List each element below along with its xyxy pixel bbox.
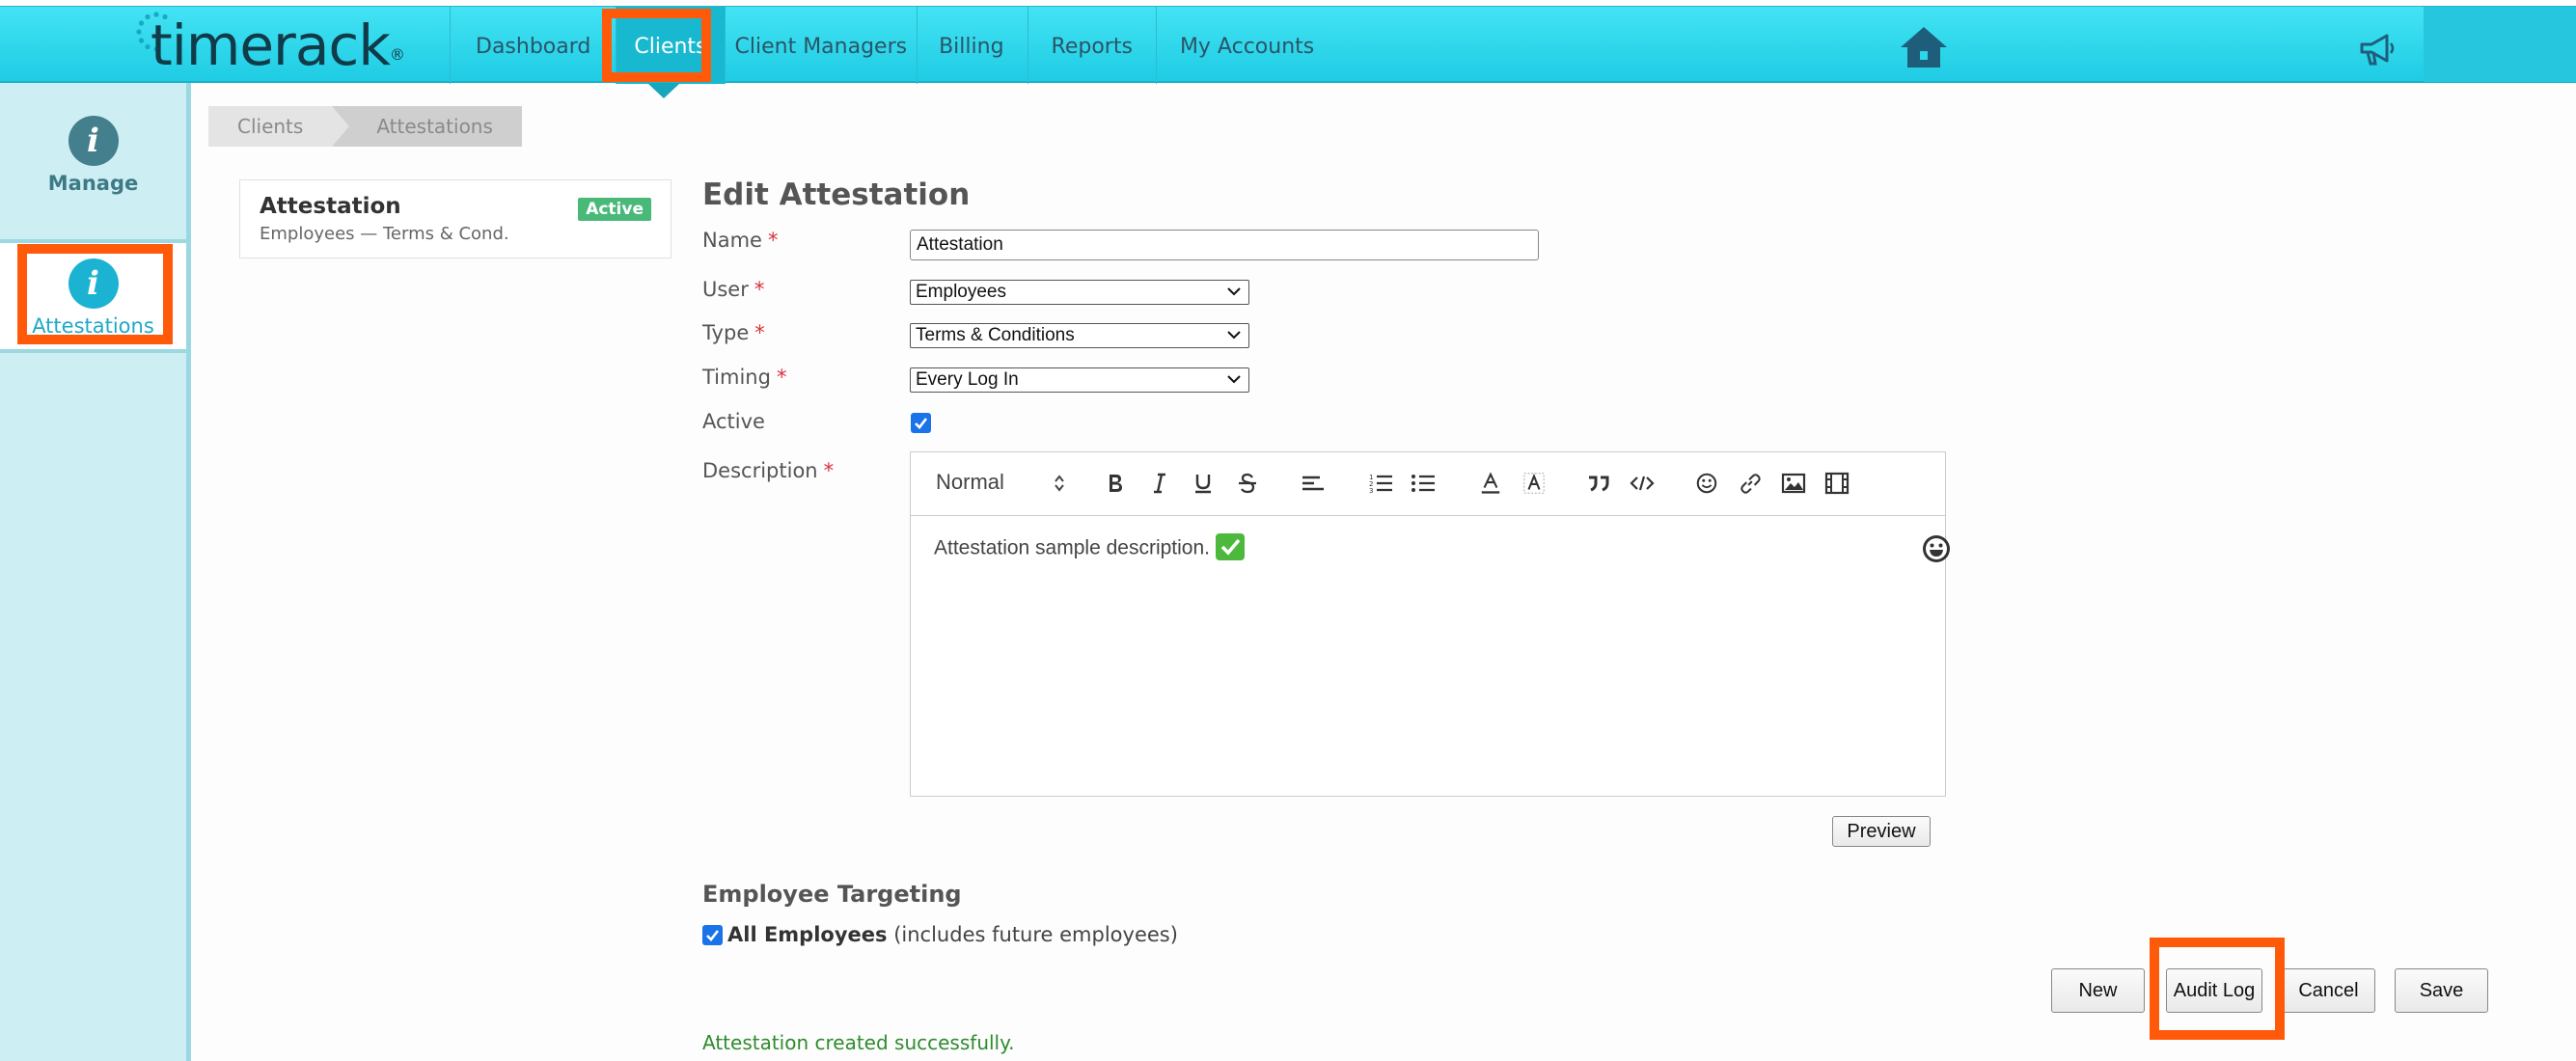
- megaphone-icon[interactable]: [2358, 32, 2397, 67]
- status-badge: Active: [578, 198, 651, 221]
- code-icon[interactable]: [1630, 472, 1655, 495]
- nav-reports[interactable]: Reports: [1027, 7, 1156, 84]
- underline-icon[interactable]: [1192, 472, 1215, 495]
- highlight-audit-log: [2150, 938, 2285, 1040]
- type-label: Type *: [702, 321, 765, 344]
- user-menu-area[interactable]: [2424, 7, 2576, 82]
- user-select[interactable]: Employees: [910, 280, 1249, 305]
- cancel-button[interactable]: Cancel: [2282, 968, 2375, 1013]
- highlight-clients: [602, 9, 711, 82]
- nav-client-managers[interactable]: Client Managers: [724, 7, 918, 84]
- list-item[interactable]: Attestation Active Employees — Terms & C…: [239, 179, 671, 258]
- text-color-icon[interactable]: [1478, 472, 1503, 495]
- editor-toolbar: Normal 123: [911, 452, 1945, 516]
- description-editor[interactable]: Normal 123 Attestation sample descriptio…: [910, 451, 1950, 797]
- ordered-list-icon[interactable]: 123: [1368, 472, 1393, 495]
- home-icon[interactable]: [1899, 24, 1949, 70]
- nav-dashboard[interactable]: Dashboard: [450, 7, 616, 84]
- new-button[interactable]: New: [2051, 968, 2145, 1013]
- blockquote-icon[interactable]: [1586, 472, 1611, 495]
- type-select[interactable]: Terms & Conditions: [910, 323, 1249, 348]
- employee-targeting-title: Employee Targeting: [702, 881, 962, 908]
- preview-button[interactable]: Preview: [1832, 816, 1931, 847]
- all-employees-checkbox[interactable]: [702, 925, 723, 945]
- timerack-logo[interactable]: timerack®: [137, 16, 405, 74]
- breadcrumb-clients[interactable]: Clients: [208, 106, 333, 147]
- list-item-title: Attestation: [260, 194, 401, 219]
- list-item-subtitle: Employees — Terms & Cond.: [260, 224, 509, 244]
- nav-my-accounts[interactable]: My Accounts: [1155, 7, 1337, 84]
- link-icon[interactable]: [1738, 472, 1763, 495]
- main-nav: Dashboard Clients Client Managers Billin…: [450, 7, 1337, 84]
- user-label: User *: [702, 278, 765, 301]
- timing-select[interactable]: Every Log In: [910, 367, 1249, 393]
- chevron-down-icon: [1227, 375, 1241, 384]
- bullet-list-icon[interactable]: [1411, 472, 1436, 495]
- strikethrough-icon[interactable]: [1236, 472, 1259, 495]
- timing-label: Timing *: [702, 366, 787, 389]
- nav-billing[interactable]: Billing: [917, 7, 1027, 84]
- emoji-icon[interactable]: [1694, 472, 1719, 495]
- name-label: Name *: [702, 229, 779, 252]
- description-label: Description *: [702, 459, 835, 482]
- chevron-down-icon: [1227, 331, 1241, 340]
- updown-icon: [1055, 475, 1064, 492]
- svg-text:3: 3: [1369, 487, 1373, 495]
- page-title: Edit Attestation: [702, 177, 971, 212]
- all-employees-label: All Employees (includes future employees…: [727, 923, 1178, 946]
- format-select[interactable]: Normal: [936, 470, 1064, 494]
- check-mark-emoji-icon: [1215, 533, 1245, 560]
- top-navigation-bar: timerack® Dashboard Clients Client Manag…: [0, 6, 2576, 84]
- active-label: Active: [702, 410, 765, 433]
- highlight-attestations: [17, 244, 173, 344]
- sidebar-item-label: Manage: [47, 172, 139, 195]
- background-color-icon[interactable]: [1521, 472, 1547, 495]
- breadcrumb-attestations: Attestations: [332, 106, 522, 147]
- sidebar: i Manage i Attestations: [0, 83, 191, 1061]
- nav-active-caret: [647, 83, 680, 98]
- success-message: Attestation created successfully.: [702, 1031, 1015, 1054]
- info-icon: i: [68, 116, 119, 166]
- active-checkbox[interactable]: [911, 413, 931, 433]
- chevron-down-icon: [1227, 287, 1241, 296]
- bold-icon[interactable]: [1104, 472, 1127, 495]
- video-icon[interactable]: [1824, 472, 1850, 495]
- sidebar-item-manage[interactable]: i Manage: [0, 116, 186, 195]
- name-input[interactable]: Attestation: [910, 230, 1539, 260]
- emoji-picker-icon[interactable]: [1921, 533, 1952, 564]
- editor-content[interactable]: Attestation sample description.: [934, 533, 1245, 562]
- align-icon[interactable]: [1301, 472, 1326, 495]
- image-icon[interactable]: [1781, 472, 1806, 495]
- save-button[interactable]: Save: [2395, 968, 2488, 1013]
- italic-icon[interactable]: [1148, 472, 1171, 495]
- breadcrumb: Clients Attestations: [208, 106, 522, 147]
